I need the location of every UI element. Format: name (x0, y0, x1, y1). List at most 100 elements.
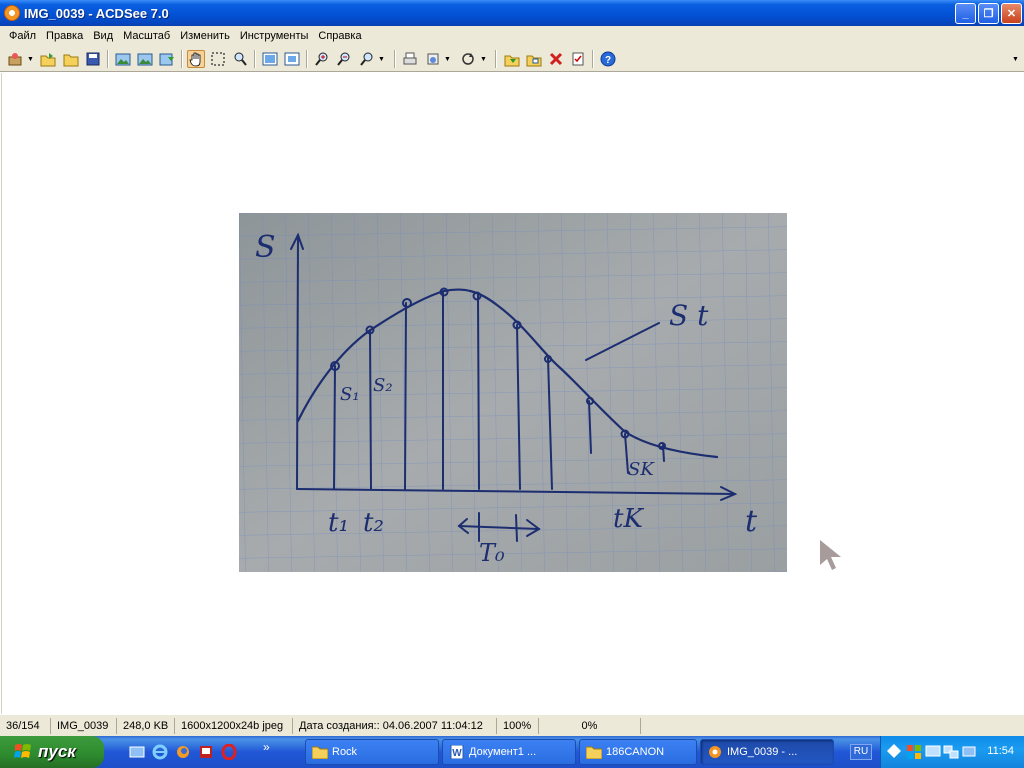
task-acdsee-img0039[interactable]: IMG_0039 - ... (700, 739, 834, 765)
menu-modify[interactable]: Изменить (175, 26, 235, 46)
svg-text:W: W (452, 748, 462, 759)
fit-window-icon[interactable] (261, 50, 279, 68)
tray-connection-icon[interactable] (961, 744, 977, 760)
sk-label: SK (628, 459, 655, 480)
show-desktop-icon[interactable] (129, 744, 145, 760)
select-tool-icon[interactable] (209, 50, 227, 68)
status-filename: IMG_0039 (51, 717, 117, 734)
photo-graph-paper: S t S t S₁ S₂ SK t₁ t₂ tK T₀ (239, 213, 787, 572)
save-icon[interactable] (84, 50, 102, 68)
quicklaunch-more-icon[interactable]: » (263, 740, 270, 754)
maximize-button[interactable]: ❐ (978, 3, 999, 24)
tray-network-icon[interactable] (943, 744, 959, 760)
prev-image-icon[interactable] (114, 50, 132, 68)
t1-label: t₁ (328, 508, 349, 538)
zoom-dropdown-icon[interactable]: ▼ (378, 56, 385, 63)
print-icon[interactable] (401, 50, 419, 68)
task-rock[interactable]: Rock (305, 739, 439, 765)
menu-view[interactable]: Вид (88, 26, 118, 46)
internet-explorer-icon[interactable] (152, 744, 168, 760)
x-axis-label: t (745, 504, 758, 539)
word-icon: W (450, 745, 464, 759)
delete-icon[interactable] (547, 50, 565, 68)
window-title: IMG_0039 - ACDSee 7.0 (24, 6, 169, 21)
rotate-icon[interactable] (459, 50, 477, 68)
zoom-options-icon[interactable] (358, 50, 376, 68)
svg-text:?: ? (605, 55, 611, 66)
toolbar-chevron-icon[interactable]: ▼ (1012, 56, 1019, 63)
curve-label: S t (669, 299, 709, 332)
toolbar-separator (107, 50, 108, 68)
minimize-button[interactable]: _ (955, 3, 976, 24)
folder-icon[interactable] (62, 50, 80, 68)
toolbar-separator (495, 50, 496, 68)
acquire-icon[interactable] (6, 50, 24, 68)
menu-help[interactable]: Справка (313, 26, 366, 46)
magnifier-icon[interactable] (231, 50, 249, 68)
acquire-dropdown-icon[interactable]: ▼ (27, 56, 34, 63)
copy-to-icon[interactable] (525, 50, 543, 68)
toolbar-separator (254, 50, 255, 68)
properties-icon[interactable] (569, 50, 587, 68)
clock[interactable]: 11:54 (987, 745, 1014, 757)
t2-label: t₂ (363, 508, 384, 538)
send-dropdown-icon[interactable]: ▼ (444, 56, 451, 63)
task-label: Rock (332, 746, 358, 758)
status-bar: 36/154 IMG_0039 248,0 KB 1600x1200x24b j… (0, 714, 1024, 736)
next-image-icon[interactable] (136, 50, 154, 68)
status-progress: 0% (539, 717, 641, 734)
status-zoom: 100% (497, 717, 539, 734)
status-index: 36/154 (0, 717, 51, 734)
start-button[interactable]: пуск (0, 736, 104, 768)
actual-size-icon[interactable] (283, 50, 301, 68)
task-186canon[interactable]: 186CANON (579, 739, 697, 765)
handwritten-graph: S t S t S₁ S₂ SK t₁ t₂ tK T₀ (239, 213, 787, 572)
hand-tool-icon[interactable] (187, 50, 205, 68)
menu-bar: Файл Правка Вид Масштаб Изменить Инструм… (0, 26, 1024, 46)
help-icon[interactable]: ? (599, 50, 617, 68)
menu-file[interactable]: Файл (4, 26, 41, 46)
toolbar: ▼ ▼ ▼ ▼ ? ▼ (0, 46, 1024, 72)
close-button[interactable]: ✕ (1001, 3, 1022, 24)
tray-app-icon[interactable] (906, 744, 922, 760)
taskbar: пуск » Rock W Документ1 ... 186CANON IMG… (0, 736, 1024, 768)
task-document1[interactable]: W Документ1 ... (442, 739, 576, 765)
open-icon[interactable] (39, 50, 57, 68)
toolbar-separator (592, 50, 593, 68)
menu-tools[interactable]: Инструменты (235, 26, 314, 46)
move-to-icon[interactable] (503, 50, 521, 68)
y-axis-label: S (255, 230, 276, 265)
firefox-icon[interactable] (175, 744, 191, 760)
toolbar-separator (394, 50, 395, 68)
mouse-pointer-icon (820, 540, 841, 570)
send-icon[interactable] (424, 50, 442, 68)
tray-monitor-icon[interactable] (925, 744, 941, 760)
system-tray: 11:54 (880, 736, 1024, 768)
menu-edit[interactable]: Правка (41, 26, 88, 46)
task-label: IMG_0039 - ... (727, 746, 798, 758)
rotate-dropdown-icon[interactable]: ▼ (480, 56, 487, 63)
toolbar-separator (181, 50, 182, 68)
media-player-icon[interactable] (198, 744, 214, 760)
language-indicator[interactable]: RU (850, 744, 872, 760)
image-viewport[interactable]: S t S t S₁ S₂ SK t₁ t₂ tK T₀ (1, 73, 1023, 714)
opera-icon[interactable] (221, 744, 237, 760)
acdsee-app-icon[interactable] (4, 5, 20, 21)
s1-label: S₁ (340, 384, 360, 405)
export-icon[interactable] (158, 50, 176, 68)
task-label: Документ1 ... (469, 746, 537, 758)
zoom-in-icon[interactable] (313, 50, 331, 68)
menu-zoom[interactable]: Масштаб (118, 26, 175, 46)
acdsee-icon (709, 746, 721, 758)
s2-label: S₂ (373, 375, 393, 396)
status-created: Дата создания:: 04.06.2007 11:04:12 (293, 717, 497, 734)
toolbar-separator (306, 50, 307, 68)
status-filesize: 248,0 KB (117, 717, 175, 734)
windows-logo-icon (14, 744, 31, 758)
folder-icon (312, 746, 328, 759)
status-dimensions: 1600x1200x24b jpeg (175, 717, 293, 734)
zoom-out-icon[interactable] (335, 50, 353, 68)
tray-diamond-icon[interactable] (887, 744, 901, 758)
task-label: 186CANON (606, 746, 665, 758)
start-label: пуск (38, 742, 76, 761)
